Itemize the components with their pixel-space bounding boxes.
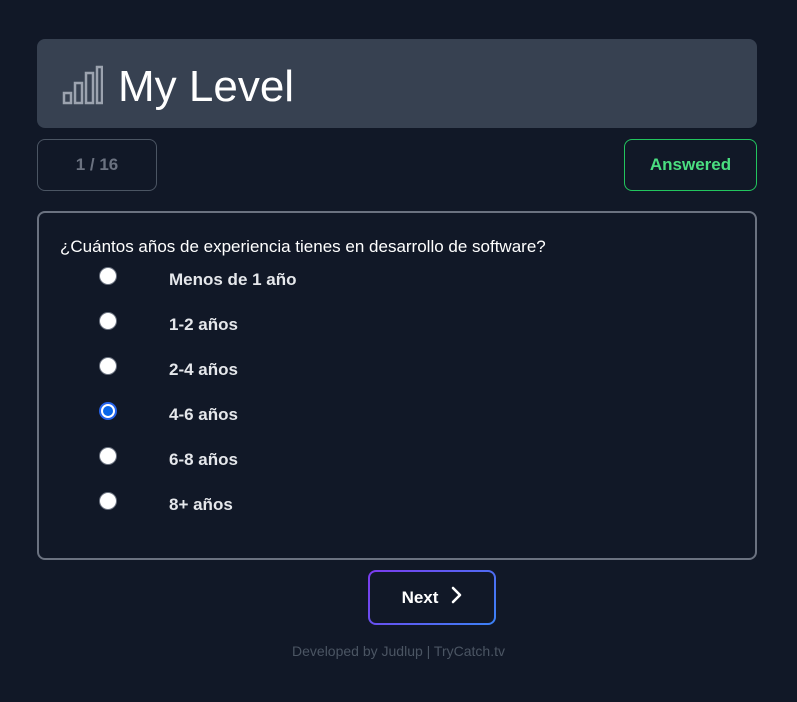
option-label: 1-2 años	[169, 315, 238, 334]
radio-button[interactable]	[99, 267, 117, 285]
radio-button-selected[interactable]	[99, 402, 117, 420]
option-label: 2-4 años	[169, 360, 238, 379]
radio-button[interactable]	[99, 447, 117, 465]
radio-button[interactable]	[99, 492, 117, 510]
option-1-2-years[interactable]: 1-2 años	[99, 312, 238, 337]
option-label: Menos de 1 año	[169, 270, 297, 289]
radio-button[interactable]	[99, 312, 117, 330]
option-label: 4-6 años	[169, 405, 238, 424]
footer-credits: Developed by Judlup | TryCatch.tv	[292, 643, 505, 659]
option-6-8-years[interactable]: 6-8 años	[99, 447, 238, 472]
header-banner: My Level	[37, 39, 757, 128]
option-2-4-years[interactable]: 2-4 años	[99, 357, 238, 382]
option-less-than-1-year[interactable]: Menos de 1 año	[99, 267, 297, 292]
question-counter: 1 / 16	[37, 139, 157, 191]
next-button[interactable]: Next	[368, 570, 496, 625]
option-4-6-years[interactable]: 4-6 años	[99, 402, 238, 427]
option-label: 8+ años	[169, 495, 233, 514]
radio-button[interactable]	[99, 357, 117, 375]
next-button-label: Next	[401, 587, 439, 607]
status-badge: Answered	[624, 139, 757, 191]
page-title: My Level	[118, 62, 295, 111]
chevron-right-icon	[450, 586, 462, 609]
option-label: 6-8 años	[169, 450, 238, 469]
bar-chart-icon	[61, 65, 104, 105]
question-text: ¿Cuántos años de experiencia tienes en d…	[60, 237, 546, 256]
option-8-plus-years[interactable]: 8+ años	[99, 492, 233, 517]
question-card: ¿Cuántos años de experiencia tienes en d…	[37, 211, 757, 560]
